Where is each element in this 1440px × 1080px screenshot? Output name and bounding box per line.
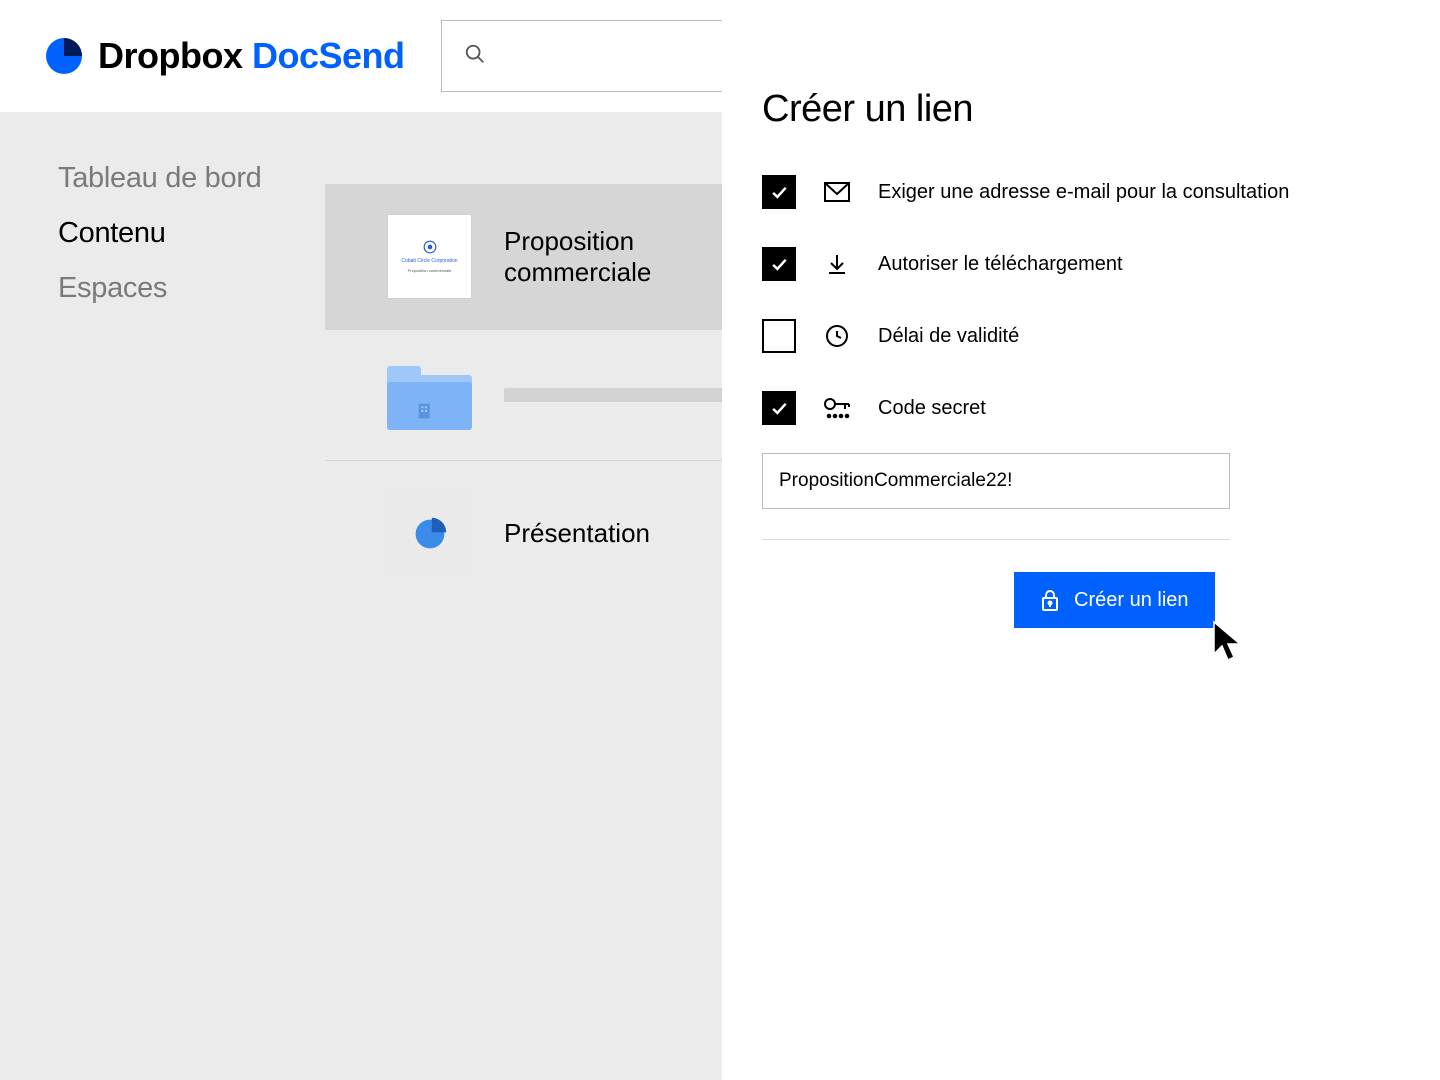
thumb-caption-top: Cobalt Circle Corporation: [401, 258, 457, 264]
company-logo-icon: [423, 240, 437, 254]
sidebar-item-content[interactable]: Contenu: [58, 217, 325, 250]
sidebar-item-spaces[interactable]: Espaces: [58, 272, 325, 305]
pie-chart-icon: [412, 516, 448, 552]
create-link-panel: Créer un lien Exiger une adresse e-mail …: [722, 0, 1440, 1080]
sidebar-item-dashboard[interactable]: Tableau de bord: [58, 162, 325, 195]
thumb-caption-bottom: Proposition commerciale: [408, 268, 452, 273]
lock-icon: [1040, 588, 1060, 612]
passcode-input[interactable]: [762, 453, 1230, 509]
envelope-icon: [822, 182, 852, 202]
download-icon: [822, 252, 852, 276]
folder-thumbnail: [387, 360, 472, 430]
sidebar: Tableau de bord Contenu Espaces: [0, 112, 325, 1080]
check-icon: [769, 254, 789, 274]
panel-title: Créer un lien: [762, 88, 1400, 131]
content-row-placeholder: [504, 388, 724, 402]
option-label: Code secret: [878, 395, 986, 421]
checkbox-expiration[interactable]: [762, 319, 796, 353]
create-link-button[interactable]: Créer un lien: [1014, 572, 1215, 628]
search-icon: [464, 43, 486, 70]
option-label: Exiger une adresse e-mail pour la consul…: [878, 179, 1289, 205]
check-icon: [769, 398, 789, 418]
brand-logo[interactable]: Dropbox DocSend: [44, 35, 405, 77]
brand-accent-text: DocSend: [252, 35, 405, 76]
checkbox-allow-download[interactable]: [762, 247, 796, 281]
option-label: Délai de validité: [878, 323, 1019, 349]
panel-divider: [762, 539, 1230, 540]
option-label: Autoriser le téléchargement: [878, 251, 1123, 277]
content-row-title: Présentation: [504, 518, 650, 549]
option-expiration: Délai de validité: [762, 319, 1400, 353]
option-passcode: Code secret: [762, 391, 1400, 425]
building-icon: [415, 400, 437, 422]
checkbox-require-email[interactable]: [762, 175, 796, 209]
checkbox-passcode[interactable]: [762, 391, 796, 425]
option-require-email: Exiger une adresse e-mail pour la consul…: [762, 175, 1400, 209]
key-icon: [822, 396, 852, 420]
check-icon: [769, 182, 789, 202]
clock-icon: [822, 324, 852, 348]
create-link-button-label: Créer un lien: [1074, 589, 1189, 612]
option-allow-download: Autoriser le téléchargement: [762, 247, 1400, 281]
presentation-thumbnail: [387, 491, 472, 576]
dropbox-logo-icon: [44, 36, 84, 76]
document-thumbnail: Cobalt Circle Corporation Proposition co…: [387, 214, 472, 299]
brand-primary-text: Dropbox: [98, 35, 243, 76]
